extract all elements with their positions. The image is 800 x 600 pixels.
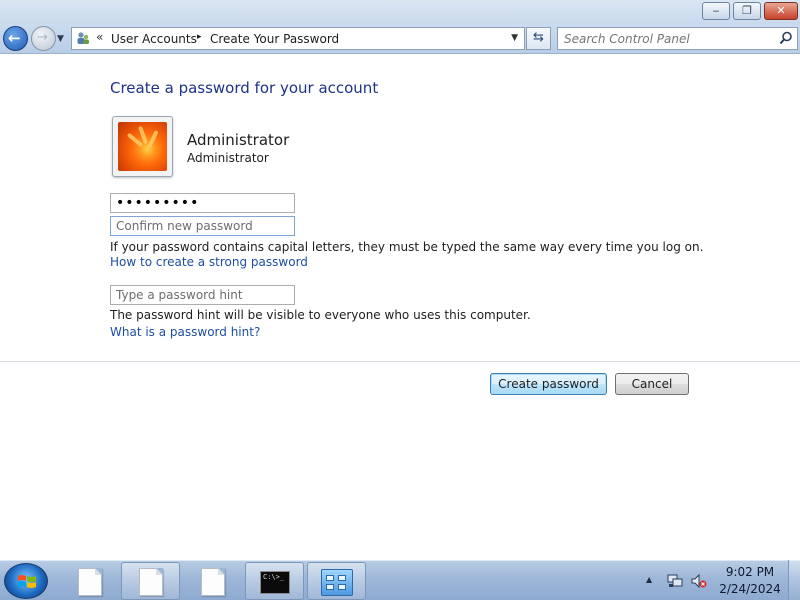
control-panel-icon (321, 569, 353, 596)
password-hint-field[interactable] (110, 285, 295, 305)
account-picture (112, 116, 173, 177)
taskbar-item-command-prompt[interactable]: C:\>_ (245, 562, 304, 600)
clock-date[interactable]: 2/24/2024 (714, 582, 786, 596)
window-title-bar: ‒ ❐ ✕ (0, 0, 800, 24)
cancel-button[interactable]: Cancel (615, 373, 689, 395)
search-box[interactable] (557, 27, 798, 50)
navigation-bar: ← → ▼ « User Accounts ▸ Create Your Pass… (0, 24, 800, 54)
confirm-password-field[interactable] (110, 216, 295, 236)
page-title: Create a password for your account (110, 79, 379, 97)
user-accounts-icon (77, 32, 89, 44)
cmd-prompt-text: C:\>_ (263, 573, 285, 581)
minimize-button[interactable]: ‒ (702, 2, 730, 20)
create-password-button[interactable]: Create password (490, 373, 607, 395)
forward-arrow-icon: → (37, 30, 48, 45)
taskbar: C:\>_ ▲ (0, 560, 800, 600)
taskbar-item-explorer[interactable] (183, 562, 242, 600)
capital-letters-note: If your password contains capital letter… (110, 240, 704, 254)
content-divider (0, 361, 800, 362)
minimize-icon: ‒ (712, 4, 720, 17)
forward-button[interactable]: → (31, 26, 56, 51)
strong-password-link[interactable]: How to create a strong password (110, 255, 308, 269)
maximize-button[interactable]: ❐ (733, 2, 761, 20)
document-icon (139, 568, 163, 596)
document-icon (78, 568, 102, 596)
taskbar-item-explorer-active[interactable] (121, 562, 180, 600)
taskbar-item-control-panel[interactable] (307, 562, 366, 600)
refresh-button[interactable]: ⇆ (526, 27, 551, 50)
command-prompt-icon: C:\>_ (260, 571, 290, 594)
breadcrumb-separator-icon[interactable]: ▸ (197, 32, 202, 42)
recent-pages-button[interactable]: ▼ (57, 34, 64, 44)
password-hint-help-link[interactable]: What is a password hint? (110, 325, 260, 339)
network-icon[interactable] (667, 573, 683, 589)
breadcrumb-overflow-icon[interactable]: « (96, 30, 103, 44)
back-button[interactable]: ← (3, 26, 28, 51)
windows-logo-icon (18, 575, 36, 588)
chevron-down-icon: ▼ (57, 34, 64, 44)
hint-visibility-note: The password hint will be visible to eve… (110, 308, 531, 322)
new-password-field[interactable] (110, 193, 295, 213)
account-type: Administrator (187, 151, 269, 165)
address-bar[interactable]: « User Accounts ▸ Create Your Password ▼ (71, 27, 525, 50)
close-button[interactable]: ✕ (764, 2, 798, 20)
refresh-icon: ⇆ (533, 30, 544, 45)
taskbar-item-explorer[interactable] (60, 562, 118, 600)
close-icon: ✕ (776, 4, 786, 17)
start-button[interactable] (4, 563, 48, 599)
show-hidden-icons-icon[interactable]: ▲ (646, 575, 652, 584)
search-input[interactable] (564, 31, 772, 47)
search-icon[interactable] (779, 31, 793, 45)
breadcrumb-user-accounts[interactable]: User Accounts (111, 32, 197, 46)
restore-icon: ❐ (742, 4, 752, 17)
document-icon (201, 568, 225, 596)
clock-time[interactable]: 9:02 PM (720, 565, 780, 579)
breadcrumb-create-your-password[interactable]: Create Your Password (210, 32, 339, 46)
account-name: Administrator (187, 131, 290, 149)
address-dropdown-icon[interactable]: ▼ (511, 33, 518, 43)
show-desktop-button[interactable] (788, 560, 800, 600)
volume-muted-icon[interactable] (691, 573, 707, 589)
back-arrow-icon: ← (8, 29, 21, 47)
